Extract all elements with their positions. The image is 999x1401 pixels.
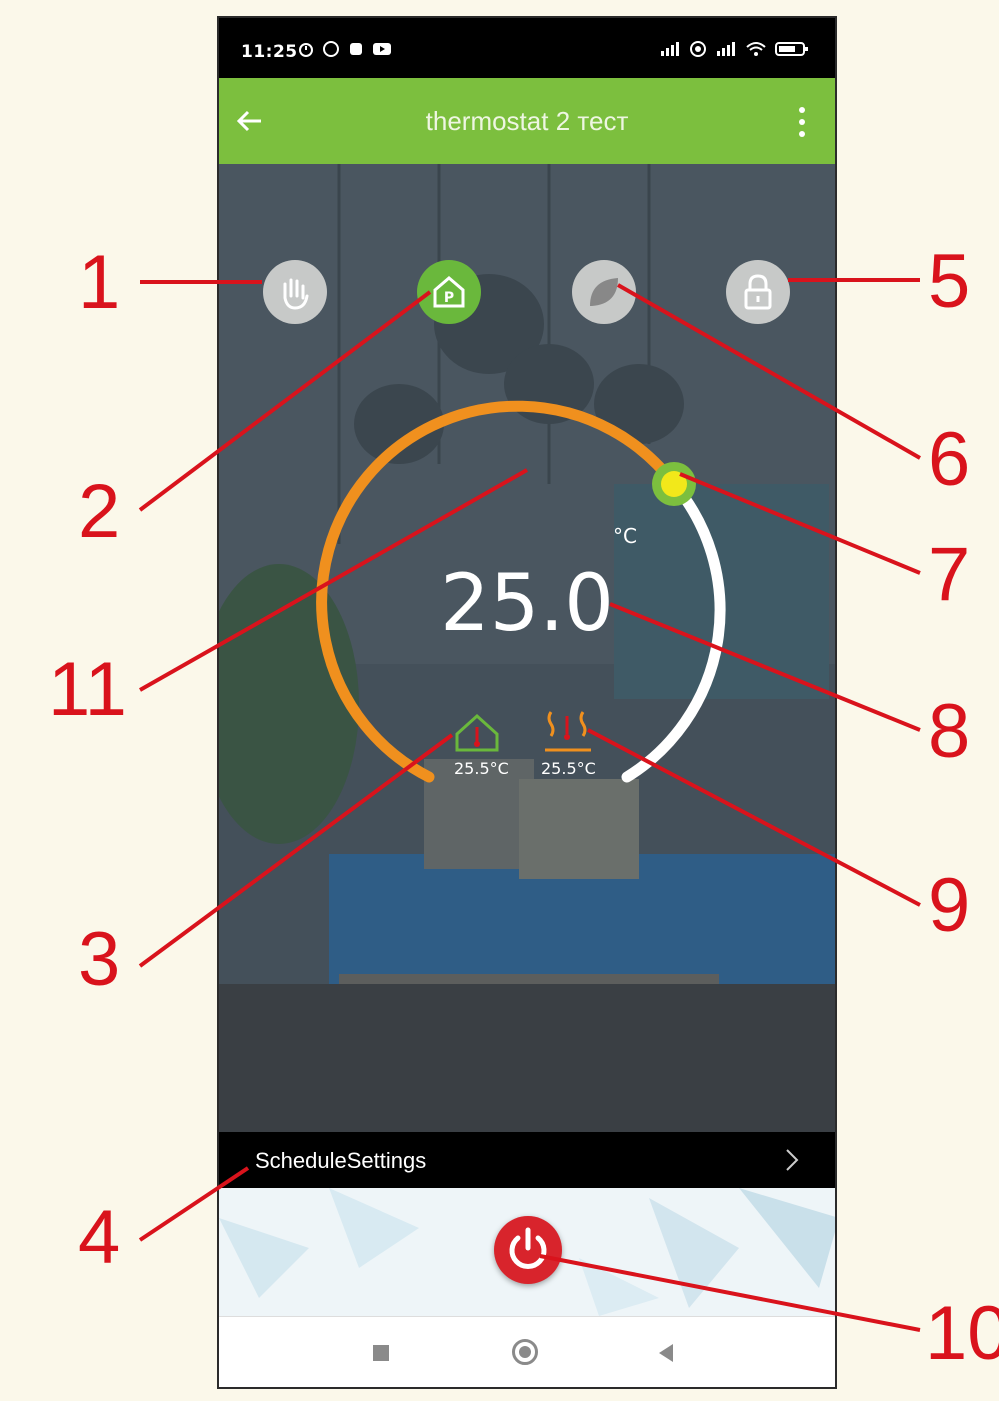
callout-4: 4 xyxy=(78,1195,121,1280)
alarm-icon xyxy=(299,43,313,57)
dial-knob-center xyxy=(661,471,687,497)
chevron-right-icon xyxy=(786,1149,799,1171)
recent-apps-icon[interactable] xyxy=(373,1345,389,1361)
room-temp-icon xyxy=(455,713,499,752)
floor-temperature-value: 25.5°C xyxy=(541,759,596,778)
phone-screen: 11:25 thermostat 2 тест P °C 25.0 25.5°C… xyxy=(217,16,837,1389)
whatsapp-icon xyxy=(323,41,339,57)
home-icon[interactable] xyxy=(512,1339,538,1365)
callout-1: 1 xyxy=(78,240,121,325)
wifi-icon xyxy=(746,42,766,56)
system-nav-bar xyxy=(219,1316,835,1387)
callout-9: 9 xyxy=(928,863,971,948)
youtube-icon xyxy=(373,43,391,55)
nav-back-icon[interactable] xyxy=(659,1344,673,1362)
callout-5: 5 xyxy=(928,239,971,324)
schedule-settings-label: ScheduleSettings xyxy=(255,1148,427,1173)
room-temperature-value: 25.5°C xyxy=(454,759,509,778)
page-title: thermostat 2 тест xyxy=(425,106,629,136)
battery-icon xyxy=(775,42,808,56)
signal-2-icon xyxy=(717,42,735,56)
power-icon xyxy=(509,1227,547,1269)
hotspot-icon xyxy=(690,41,706,57)
power-area xyxy=(219,1188,835,1316)
thermostat-panel: P °C 25.0 25.5°C 25.5°C xyxy=(219,164,835,1132)
more-menu-icon[interactable] xyxy=(795,104,809,140)
app-bar: thermostat 2 тест xyxy=(219,78,835,164)
callout-10: 10 xyxy=(925,1296,999,1372)
signal-icon xyxy=(661,42,679,56)
floor-temp-icon xyxy=(545,711,591,752)
temperature-unit: °C xyxy=(613,524,637,548)
setpoint-temperature: 25.0 xyxy=(440,559,614,649)
callout-8: 8 xyxy=(928,689,971,774)
callout-6: 6 xyxy=(928,417,971,502)
app-icon xyxy=(350,43,362,55)
status-notification-icons xyxy=(297,40,392,58)
callout-2: 2 xyxy=(78,469,121,554)
status-system-icons xyxy=(659,40,809,58)
status-time: 11:25 xyxy=(241,42,298,62)
schedule-settings-row[interactable]: ScheduleSettings xyxy=(219,1132,835,1188)
callout-11: 11 xyxy=(48,647,127,732)
callout-3: 3 xyxy=(78,917,121,1002)
status-bar: 11:25 xyxy=(219,18,835,78)
callout-7: 7 xyxy=(928,532,971,617)
power-button[interactable] xyxy=(494,1216,562,1284)
